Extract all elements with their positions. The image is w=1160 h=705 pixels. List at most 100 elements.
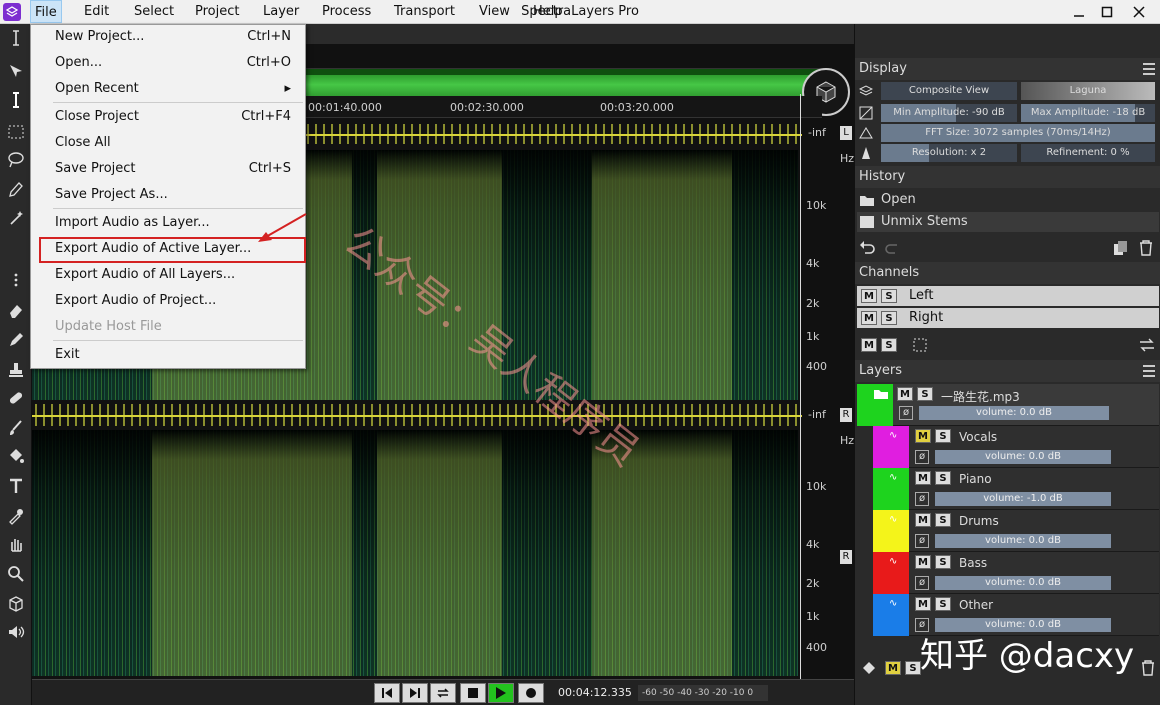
layer-row[interactable]: ∿ M S Bass ø volume: 0.0 dB — [873, 552, 1159, 594]
volume-slider[interactable]: volume: 0.0 dB — [935, 450, 1111, 464]
trash-icon[interactable] — [1139, 240, 1153, 259]
trash-icon[interactable] — [1141, 660, 1155, 679]
layer-row[interactable]: ∿ M S Drums ø volume: 0.0 dB — [873, 510, 1159, 552]
solo-button[interactable]: S — [935, 429, 951, 443]
solo-bottom-button[interactable]: S — [905, 661, 921, 675]
zoom-icon[interactable] — [4, 562, 28, 586]
menu-open[interactable]: Open... Ctrl+O — [31, 51, 305, 75]
fft-size-slider[interactable]: FFT Size: 3072 samples (70ms/14Hz) — [881, 124, 1155, 142]
eraser-icon[interactable] — [4, 298, 28, 322]
magic-wand-icon[interactable] — [4, 206, 28, 230]
mute-button[interactable]: M — [915, 597, 931, 611]
solo-all-button[interactable]: S — [881, 338, 897, 352]
bandage-icon[interactable] — [4, 386, 28, 410]
layer-parent[interactable]: M S 一路生花.mp3 ø volume: 0.0 dB — [857, 384, 1159, 426]
menu-project[interactable]: Project — [191, 0, 243, 23]
solo-button[interactable]: S — [917, 387, 933, 401]
menu-save-project-as[interactable]: Save Project As... — [31, 183, 305, 207]
layer-row[interactable]: ∿ M S Piano ø volume: -1.0 dB — [873, 468, 1159, 510]
resolution-slider[interactable]: Resolution: x 2 — [881, 144, 1017, 162]
move-icon[interactable] — [4, 60, 28, 84]
phase-invert-icon[interactable]: ø — [915, 534, 929, 548]
hamburger-menu-icon[interactable] — [1143, 365, 1155, 377]
stamp-icon[interactable] — [4, 358, 28, 382]
mute-button[interactable]: M — [915, 429, 931, 443]
menu-close-all[interactable]: Close All — [31, 131, 305, 155]
rect-select-icon[interactable] — [4, 120, 28, 144]
solo-button[interactable]: S — [935, 471, 951, 485]
layers-stack-icon[interactable] — [858, 84, 874, 101]
channel-row-left[interactable]: M S Left — [857, 286, 1159, 306]
volume-slider[interactable]: volume: 0.0 dB — [935, 576, 1111, 590]
pencil-icon[interactable] — [4, 328, 28, 352]
text-tool-icon[interactable] — [4, 474, 28, 498]
mute-button[interactable]: M — [861, 311, 877, 325]
play-icon[interactable] — [488, 683, 514, 703]
menu-export-all-layers[interactable]: Export Audio of All Layers... — [31, 263, 305, 287]
menu-view[interactable]: View — [475, 0, 514, 23]
menu-transport[interactable]: Transport — [390, 0, 459, 23]
menu-exit[interactable]: Exit — [31, 343, 305, 367]
mute-button[interactable]: M — [915, 555, 931, 569]
skip-forward-icon[interactable] — [402, 683, 428, 703]
skip-back-icon[interactable] — [374, 683, 400, 703]
menu-open-recent[interactable]: Open Recent ▸ — [31, 77, 305, 101]
view-mode-select[interactable]: Composite View — [881, 82, 1017, 100]
close-icon[interactable] — [1124, 0, 1154, 23]
menu-process[interactable]: Process — [318, 0, 375, 23]
refinement-slider[interactable]: Refinement: 0 % — [1021, 144, 1155, 162]
max-amplitude-slider[interactable]: Max Amplitude: -18 dB — [1021, 104, 1155, 122]
history-item-unmix[interactable]: Unmix Stems — [857, 212, 1159, 232]
menu-export-project[interactable]: Export Audio of Project... — [31, 289, 305, 313]
solo-button[interactable]: S — [881, 289, 897, 303]
menu-file[interactable]: File — [30, 0, 62, 23]
history-item-open[interactable]: Open — [857, 190, 1159, 210]
maximize-icon[interactable] — [1092, 0, 1122, 23]
resolution-icon[interactable] — [859, 146, 873, 163]
solo-button[interactable]: S — [935, 555, 951, 569]
record-icon[interactable] — [518, 683, 544, 703]
redo-icon[interactable] — [885, 240, 901, 257]
paint-bucket-icon[interactable] — [4, 444, 28, 468]
app-logo-icon[interactable] — [3, 3, 21, 21]
grid-icon[interactable] — [913, 338, 927, 355]
mute-bottom-button[interactable]: M — [885, 661, 901, 675]
mute-button[interactable]: M — [915, 513, 931, 527]
minimize-icon[interactable] — [1064, 0, 1094, 23]
playhead[interactable] — [800, 94, 801, 679]
palette-select[interactable]: Laguna — [1021, 82, 1155, 100]
loop-icon[interactable] — [430, 683, 456, 703]
more-tools-icon[interactable] — [4, 268, 28, 292]
lasso-icon[interactable] — [4, 148, 28, 172]
min-amplitude-slider[interactable]: Min Amplitude: -90 dB — [881, 104, 1017, 122]
menu-layer[interactable]: Layer — [259, 0, 303, 23]
phase-invert-icon[interactable]: ø — [915, 576, 929, 590]
stop-icon[interactable] — [460, 683, 486, 703]
time-select-icon[interactable] — [4, 88, 28, 112]
layer-fill-icon[interactable] — [861, 660, 877, 679]
solo-button[interactable]: S — [935, 513, 951, 527]
copy-icon[interactable] — [1113, 240, 1129, 259]
mute-button[interactable]: M — [861, 289, 877, 303]
hamburger-menu-icon[interactable] — [1143, 63, 1155, 75]
spectrogram-right[interactable] — [32, 430, 798, 676]
solo-button[interactable]: S — [881, 311, 897, 325]
phase-invert-icon[interactable]: ø — [915, 450, 929, 464]
text-cursor-icon[interactable] — [4, 26, 28, 50]
channel-row-right[interactable]: M S Right — [857, 308, 1159, 328]
paint-brush-icon[interactable] — [4, 416, 28, 440]
menu-select[interactable]: Select — [130, 0, 178, 23]
fft-icon[interactable] — [859, 126, 873, 143]
volume-slider[interactable]: volume: -1.0 dB — [935, 492, 1111, 506]
menu-close-project[interactable]: Close Project Ctrl+F4 — [31, 105, 305, 129]
swap-channels-icon[interactable] — [1139, 338, 1155, 355]
mute-button[interactable]: M — [897, 387, 913, 401]
mute-button[interactable]: M — [915, 471, 931, 485]
eyedropper-icon[interactable] — [4, 504, 28, 528]
speaker-icon[interactable] — [4, 620, 28, 644]
undo-icon[interactable] — [859, 240, 875, 257]
amplitude-icon[interactable] — [859, 106, 873, 123]
phase-invert-icon[interactable]: ø — [899, 406, 913, 420]
menu-help[interactable]: Help — [529, 0, 567, 23]
menu-save-project[interactable]: Save Project Ctrl+S — [31, 157, 305, 181]
